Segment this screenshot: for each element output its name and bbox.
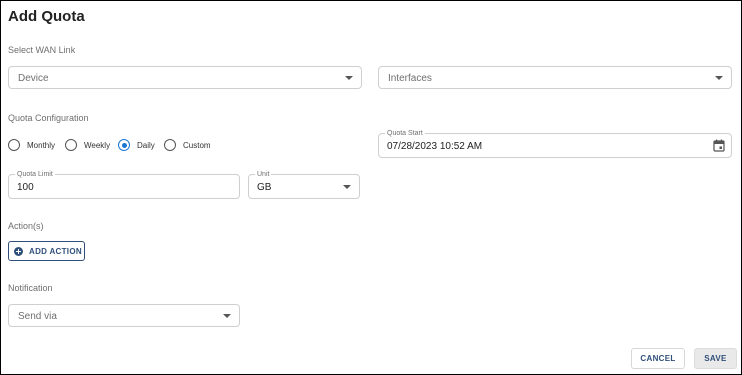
send-via-select[interactable]: Send via (8, 304, 240, 327)
interfaces-select[interactable]: Interfaces (378, 66, 732, 89)
add-action-label: ADD ACTION (29, 247, 82, 256)
unit-label: Unit (255, 170, 272, 179)
device-select[interactable]: Device (8, 66, 362, 89)
radio-circle-icon (164, 139, 176, 151)
radio-label: Weekly (84, 141, 111, 150)
chevron-down-icon (223, 314, 231, 318)
radio-circle-icon (8, 139, 20, 151)
cancel-button[interactable]: CANCEL (631, 348, 685, 369)
radio-label: Custom (183, 141, 211, 150)
chevron-down-icon (345, 76, 353, 80)
unit-select[interactable]: Unit GB (248, 170, 360, 199)
unit-value: GB (257, 182, 272, 193)
chevron-down-icon (343, 185, 351, 189)
add-quota-dialog: Add Quota Select WAN Link Device Interfa… (0, 0, 742, 375)
calendar-icon[interactable] (713, 139, 725, 152)
quota-start-field[interactable]: Quota Start 07/28/2023 10:52 AM (378, 129, 732, 158)
plus-circle-icon (14, 247, 23, 256)
radio-checked-icon (118, 139, 130, 151)
add-action-button[interactable]: ADD ACTION (8, 241, 85, 261)
quota-limit-value: 100 (17, 182, 34, 193)
radio-label: Daily (137, 141, 155, 150)
quota-start-value: 07/28/2023 10:52 AM (387, 141, 483, 152)
quota-config-section-label: Quota Configuration (8, 113, 89, 123)
quota-limit-field[interactable]: Quota Limit 100 (8, 170, 240, 199)
radio-circle-icon (65, 139, 77, 151)
dialog-title: Add Quota (8, 8, 85, 25)
save-button[interactable]: SAVE (694, 348, 737, 369)
wan-section-label: Select WAN Link (8, 45, 76, 55)
send-via-placeholder: Send via (18, 311, 57, 322)
radio-label: Monthly (27, 141, 56, 150)
actions-section-label: Action(s) (8, 221, 44, 231)
quota-limit-label: Quota Limit (15, 170, 55, 179)
notification-section-label: Notification (8, 283, 53, 293)
device-select-placeholder: Device (18, 73, 49, 84)
chevron-down-icon (715, 76, 723, 80)
quota-start-label: Quota Start (385, 129, 425, 138)
interfaces-select-placeholder: Interfaces (388, 73, 432, 84)
